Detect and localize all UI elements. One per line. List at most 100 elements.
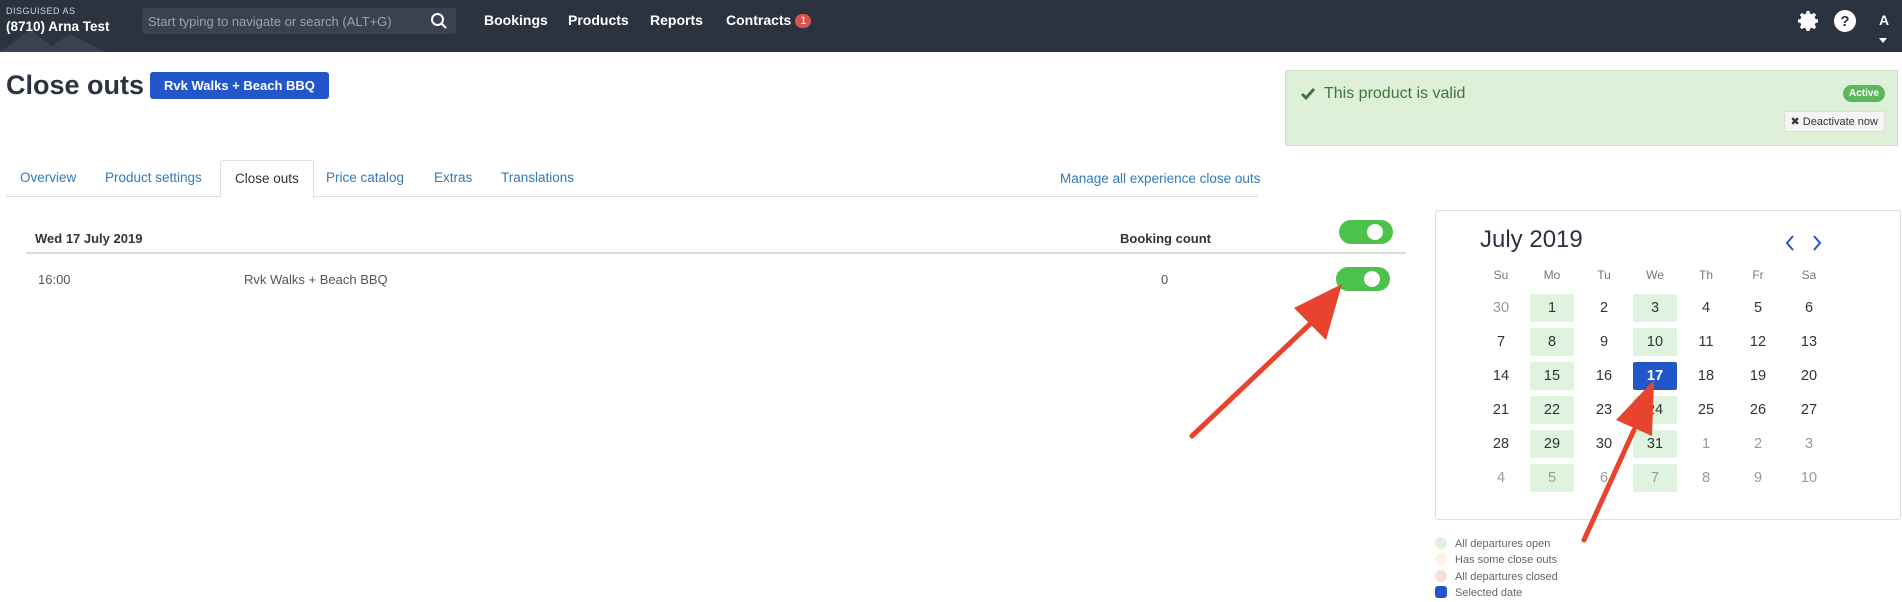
calendar-day[interactable]: 6: [1787, 294, 1831, 322]
calendar-day[interactable]: 14: [1479, 362, 1523, 390]
calendar-day[interactable]: 13: [1787, 328, 1831, 356]
toggle-knob: [1364, 271, 1380, 287]
tab-product-settings[interactable]: Product settings: [105, 160, 202, 197]
calendar-day[interactable]: 21: [1479, 396, 1523, 424]
legend-item: All departures closed: [1435, 570, 1558, 583]
calendar-day[interactable]: 1: [1530, 294, 1574, 322]
legend-item: Has some close outs: [1435, 553, 1557, 566]
calendar-day[interactable]: 30: [1479, 294, 1523, 322]
legend-label: All departures open: [1455, 538, 1551, 550]
calendar-day[interactable]: 7: [1633, 464, 1677, 492]
deactivate-button[interactable]: ✖ Deactivate now: [1783, 111, 1885, 132]
search-icon[interactable]: [430, 12, 448, 30]
tab-close-outs[interactable]: Close outs: [220, 160, 314, 198]
calendar-day[interactable]: 30: [1582, 430, 1626, 458]
svg-text:?: ?: [1840, 13, 1849, 30]
calendar-day[interactable]: 3: [1787, 430, 1831, 458]
calendar-day[interactable]: 24: [1633, 396, 1677, 424]
calendar-day[interactable]: 31: [1633, 430, 1677, 458]
tab-translations[interactable]: Translations: [501, 160, 574, 197]
calendar-day[interactable]: 29: [1530, 430, 1574, 458]
calendar-day[interactable]: 22: [1530, 396, 1574, 424]
weekday-label: Th: [1698, 268, 1713, 282]
calendar-day[interactable]: 12: [1736, 328, 1780, 356]
arrow-to-toggle-icon: [1189, 284, 1342, 439]
date-header: Wed 17 July 2019: [35, 231, 143, 246]
nav-reports[interactable]: Reports: [650, 12, 703, 28]
validity-panel: This product is valid Active ✖ Deactivat…: [1285, 70, 1898, 146]
search-input[interactable]: [148, 8, 418, 34]
calendar-day[interactable]: 17: [1633, 362, 1677, 390]
calendar-day[interactable]: 7: [1479, 328, 1523, 356]
legend-item: All departures open: [1435, 537, 1550, 550]
calendar-day[interactable]: 16: [1582, 362, 1626, 390]
selected-dot-icon: [1435, 586, 1447, 598]
legend-item: Selected date: [1435, 586, 1522, 599]
calendar-day[interactable]: 5: [1530, 464, 1574, 492]
calendar-day[interactable]: 23: [1582, 396, 1626, 424]
some-closed-dot-icon: [1435, 553, 1447, 565]
weekday-label: We: [1646, 268, 1664, 282]
contracts-badge: 1: [795, 14, 812, 28]
nav-bookings[interactable]: Bookings: [484, 12, 548, 28]
closed-dot-icon: [1435, 570, 1447, 582]
help-icon[interactable]: ?: [1833, 9, 1857, 33]
product-button[interactable]: Rvk Walks + Beach BBQ: [150, 72, 329, 99]
calendar-day[interactable]: 6: [1582, 464, 1626, 492]
tab-extras[interactable]: Extras: [434, 160, 472, 197]
all-departures-toggle[interactable]: [1339, 220, 1393, 244]
legend-label: Has some close outs: [1455, 554, 1558, 566]
check-icon: [1300, 88, 1316, 101]
calendar-day[interactable]: 4: [1684, 294, 1728, 322]
calendar-day[interactable]: 1: [1684, 430, 1728, 458]
tab-price-catalog[interactable]: Price catalog: [326, 160, 404, 197]
close-icon: ✖: [1790, 116, 1803, 128]
calendar-day[interactable]: 25: [1684, 396, 1728, 424]
weekday-label: Mo: [1543, 268, 1561, 282]
chevron-left-icon[interactable]: [1783, 234, 1797, 252]
calendar-day[interactable]: 18: [1684, 362, 1728, 390]
avatar[interactable]: A: [1872, 8, 1896, 32]
calendar-day[interactable]: 3: [1633, 294, 1677, 322]
calendar-day[interactable]: 11: [1684, 328, 1728, 356]
validity-message: This product is valid: [1324, 85, 1466, 102]
calendar-day[interactable]: 5: [1736, 294, 1780, 322]
calendar-day[interactable]: 8: [1530, 328, 1574, 356]
departure-toggle[interactable]: [1336, 267, 1390, 291]
status-badge: Active: [1842, 85, 1885, 102]
calendar-day[interactable]: 10: [1633, 328, 1677, 356]
calendar-day[interactable]: 19: [1736, 362, 1780, 390]
manage-close-outs-link[interactable]: Manage all experience close outs: [1060, 171, 1260, 186]
disguised-label: DISGUISED AS: [6, 6, 76, 16]
row-time: 16:00: [38, 272, 71, 287]
gear-icon[interactable]: [1797, 9, 1821, 33]
calendar-day[interactable]: 9: [1736, 464, 1780, 492]
open-dot-icon: [1435, 537, 1447, 549]
chevron-right-icon[interactable]: [1810, 234, 1824, 252]
disguise-info[interactable]: DISGUISED AS (8710) Arna Test: [6, 6, 110, 34]
search-box[interactable]: [142, 8, 456, 34]
calendar-day[interactable]: 4: [1479, 464, 1523, 492]
deactivate-label: Deactivate now: [1802, 116, 1878, 128]
calendar-day[interactable]: 2: [1582, 294, 1626, 322]
calendar-day[interactable]: 9: [1582, 328, 1626, 356]
chevron-down-icon[interactable]: [1879, 38, 1887, 43]
calendar-day[interactable]: 20: [1787, 362, 1831, 390]
calendar-day[interactable]: 8: [1684, 464, 1728, 492]
legend-label: All departures closed: [1455, 571, 1558, 583]
booking-count-header: Booking count: [1120, 231, 1211, 246]
top-navigation-bar: DISGUISED AS (8710) Arna Test Bookings P…: [0, 0, 1902, 52]
calendar-day[interactable]: 2: [1736, 430, 1780, 458]
tab-overview[interactable]: Overview: [20, 160, 76, 197]
row-product: Rvk Walks + Beach BBQ: [244, 272, 388, 287]
nav-contracts[interactable]: Contracts 1: [726, 12, 812, 28]
weekday-label: Sa: [1801, 268, 1817, 282]
calendar-day[interactable]: 26: [1736, 396, 1780, 424]
calendar-day[interactable]: 28: [1479, 430, 1523, 458]
calendar-day[interactable]: 27: [1787, 396, 1831, 424]
nav-products[interactable]: Products: [568, 12, 629, 28]
calendar-day[interactable]: 10: [1787, 464, 1831, 492]
row-booking-count: 0: [1161, 272, 1169, 287]
calendar-day[interactable]: 15: [1530, 362, 1574, 390]
weekday-label: Tu: [1597, 268, 1611, 282]
